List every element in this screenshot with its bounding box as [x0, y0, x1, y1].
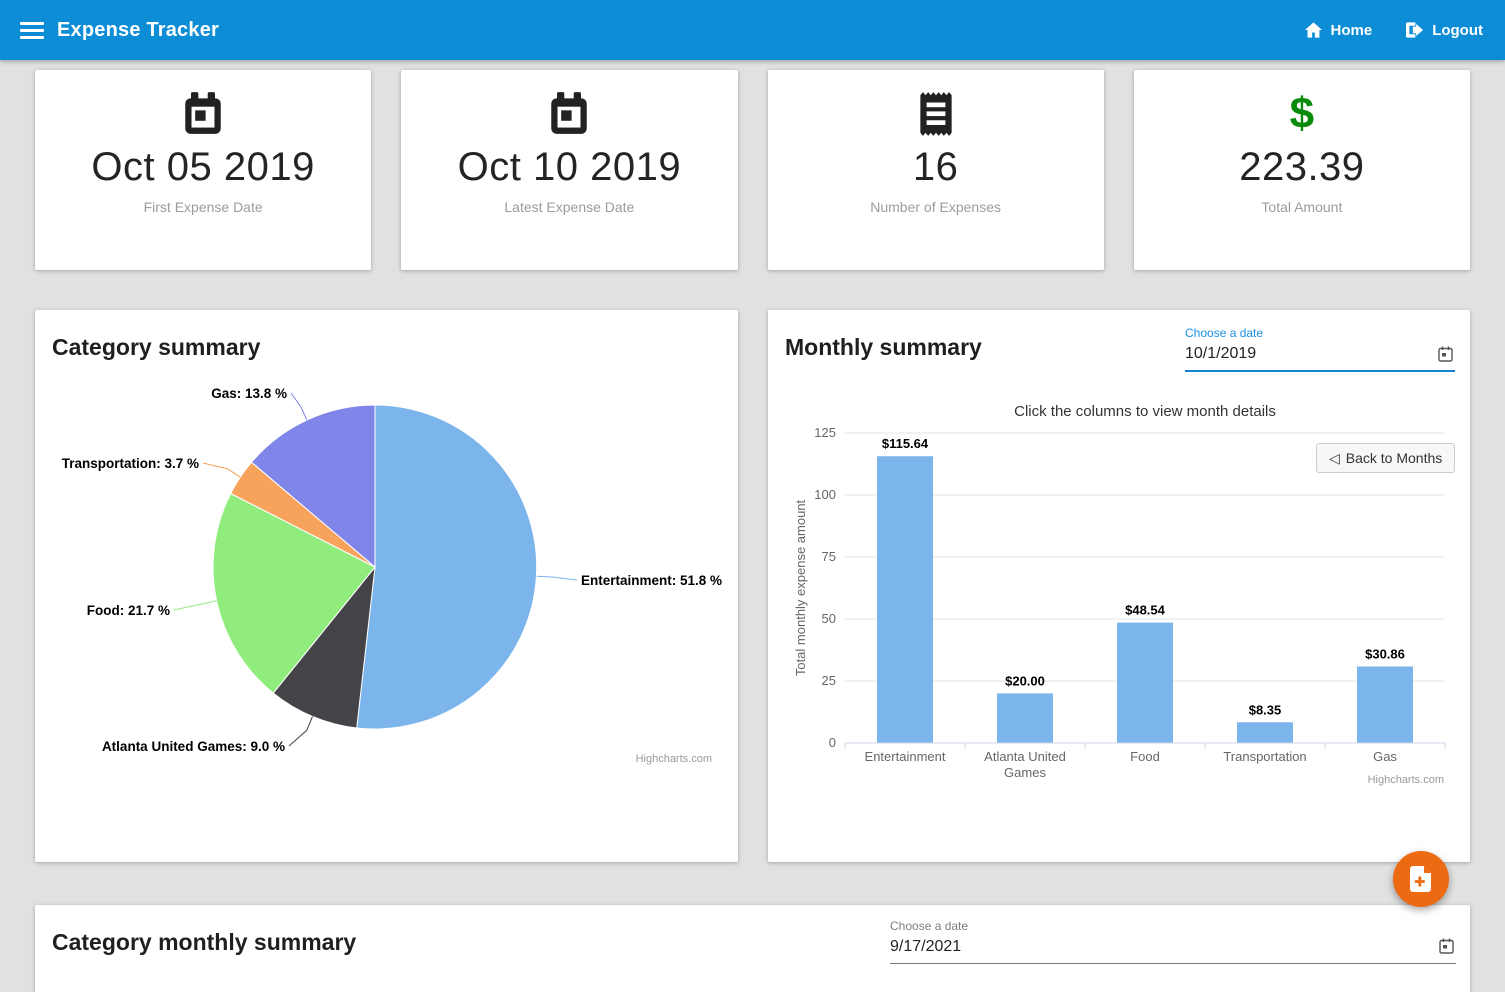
pie-slice-entertainment[interactable]	[357, 405, 537, 729]
bar-value-label: $115.64	[882, 436, 929, 451]
card-total-amount: $ 223.39 Total Amount	[1134, 70, 1470, 270]
y-tick-label: 75	[822, 549, 836, 564]
x-category-label: Entertainment	[865, 749, 946, 764]
card-label: Latest Expense Date	[504, 199, 634, 215]
card-label: Number of Expenses	[870, 199, 1001, 215]
calendar-icon	[181, 89, 225, 139]
bar-entertainment[interactable]	[877, 456, 933, 743]
category-monthly-date-input[interactable]	[890, 933, 1456, 964]
nav-logout[interactable]: Logout	[1406, 22, 1483, 39]
y-tick-label: 100	[814, 487, 836, 502]
monthly-summary-panel: Monthly summary Choose a date Click the …	[768, 310, 1470, 862]
bar-value-label: $48.54	[1125, 603, 1166, 618]
monthly-bar-chart: 0 25 50 75 100 125 Total monthly expense amoun…	[768, 310, 1470, 862]
card-label: Total Amount	[1261, 199, 1342, 215]
nav-home[interactable]: Home	[1305, 22, 1373, 39]
x-category-label: Gas	[1373, 749, 1397, 764]
home-icon	[1305, 22, 1322, 38]
card-label: First Expense Date	[144, 199, 263, 215]
category-pie-chart: Entertainment: 51.8 % Atlanta United Game…	[35, 310, 738, 862]
pie-label-connector-atlanta-united-games	[289, 717, 313, 747]
page: Expense Tracker Home Logout	[0, 0, 1505, 992]
card-first-expense-date: Oct 05 2019 First Expense Date	[35, 70, 371, 270]
pie-label-food: Food: 21.7 %	[87, 603, 170, 618]
add-expense-fab[interactable]	[1393, 851, 1449, 907]
pie-label-connector-food	[174, 601, 217, 610]
bar-value-label: $20.00	[1005, 673, 1045, 688]
pie-label-connector-entertainment	[537, 576, 577, 580]
y-axis-title: Total monthly expense amount	[793, 499, 808, 676]
pie-label-entertainment: Entertainment: 51.8 %	[581, 573, 722, 588]
y-tick-label: 0	[829, 735, 836, 750]
category-monthly-summary-title: Category monthly summary	[52, 929, 356, 956]
bar-atlanta-united-games[interactable]	[997, 693, 1053, 743]
card-number-of-expenses: 16 Number of Expenses	[768, 70, 1104, 270]
card-value: 223.39	[1239, 145, 1364, 190]
file-plus-icon	[1409, 866, 1433, 892]
highcharts-credit[interactable]: Highcharts.com	[636, 753, 712, 765]
bar-value-label: $30.86	[1365, 646, 1405, 661]
app-title: Expense Tracker	[57, 19, 219, 42]
pie-label-transportation: Transportation: 3.7 %	[62, 456, 199, 471]
card-latest-expense-date: Oct 10 2019 Latest Expense Date	[401, 70, 737, 270]
pie-label-gas: Gas: 13.8 %	[211, 386, 287, 401]
receipt-icon	[917, 89, 955, 139]
pie-label-connector-gas	[291, 393, 307, 420]
x-category-label: Atlanta United	[984, 749, 1066, 764]
card-value: 16	[913, 145, 959, 190]
calendar-icon	[547, 89, 591, 139]
y-tick-label: 50	[822, 611, 836, 626]
bar-transportation[interactable]	[1237, 722, 1293, 743]
card-value: Oct 10 2019	[458, 145, 681, 190]
date-picker-icon[interactable]	[1439, 938, 1454, 954]
category-monthly-summary-panel: Category monthly summary Choose a date	[35, 905, 1470, 992]
x-category-label: Food	[1130, 749, 1160, 764]
card-value: Oct 05 2019	[91, 145, 314, 190]
menu-icon[interactable]	[20, 22, 44, 39]
bar-value-label: $8.35	[1249, 702, 1282, 717]
nav-home-label: Home	[1331, 22, 1373, 39]
pie-label-connector-transportation	[203, 463, 240, 477]
nav-logout-label: Logout	[1432, 22, 1483, 39]
category-monthly-date-label: Choose a date	[890, 919, 1456, 933]
summary-cards: Oct 05 2019 First Expense Date Oct 10 20…	[35, 70, 1470, 270]
pie-label-atlanta-united-games: Atlanta United Games: 9.0 %	[102, 739, 285, 754]
y-tick-label: 125	[814, 425, 836, 440]
category-summary-panel: Category summary Entertainment: 51.8 %At…	[35, 310, 738, 862]
logout-icon	[1406, 22, 1423, 38]
x-category-label: Transportation	[1223, 749, 1306, 764]
x-category-label: Games	[1004, 765, 1046, 780]
bar-gas[interactable]	[1357, 666, 1413, 743]
app-header: Expense Tracker Home Logout	[0, 0, 1505, 60]
category-monthly-date-field: Choose a date	[890, 919, 1456, 964]
highcharts-credit[interactable]: Highcharts.com	[1368, 774, 1444, 786]
bar-food[interactable]	[1117, 623, 1173, 743]
dollar-icon: $	[1290, 89, 1314, 139]
header-nav: Home Logout	[1305, 22, 1484, 39]
y-tick-label: 25	[822, 673, 836, 688]
